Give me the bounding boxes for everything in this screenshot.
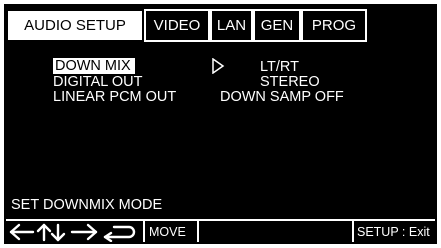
menu-item-value: LT/RT — [260, 59, 299, 75]
tab-video[interactable]: VIDEO — [144, 9, 210, 42]
setup-screen: AUDIO SETUP VIDEO LAN GEN PROG DOWN MIX … — [4, 4, 437, 244]
footer-blank — [199, 221, 354, 242]
settings-panel: DOWN MIX LT/RT DIGITAL OUT STEREO LINEAR… — [6, 43, 435, 219]
tab-gen[interactable]: GEN — [253, 9, 301, 42]
menu-item-value: STEREO — [260, 74, 320, 90]
menu-item-linear-pcm-out[interactable]: LINEAR PCM OUT — [53, 90, 176, 105]
menu-item-digital-out[interactable]: DIGITAL OUT — [53, 75, 142, 90]
menu-item-value: DOWN SAMP OFF — [220, 89, 344, 105]
tab-bar: AUDIO SETUP VIDEO LAN GEN PROG — [6, 6, 435, 43]
footer-bar: MOVE SETUP : Exit — [6, 219, 435, 242]
tab-lan[interactable]: LAN — [210, 9, 253, 42]
menu-item-label: DIGITAL OUT — [53, 74, 143, 90]
nav-keys-icon — [9, 223, 136, 242]
tab-prog[interactable]: PROG — [301, 9, 367, 42]
tab-audio-setup[interactable]: AUDIO SETUP — [6, 9, 144, 42]
menu-item-label: DOWN MIX — [53, 58, 135, 74]
menu-item-down-mix[interactable]: DOWN MIX — [53, 58, 135, 74]
move-hint: MOVE — [145, 221, 199, 242]
exit-hint: SETUP : Exit — [357, 224, 430, 239]
status-message: SET DOWNMIX MODE — [11, 197, 163, 213]
menu-item-label: LINEAR PCM OUT — [53, 89, 177, 105]
selection-arrow-icon — [212, 58, 225, 74]
nav-keys — [6, 221, 145, 242]
